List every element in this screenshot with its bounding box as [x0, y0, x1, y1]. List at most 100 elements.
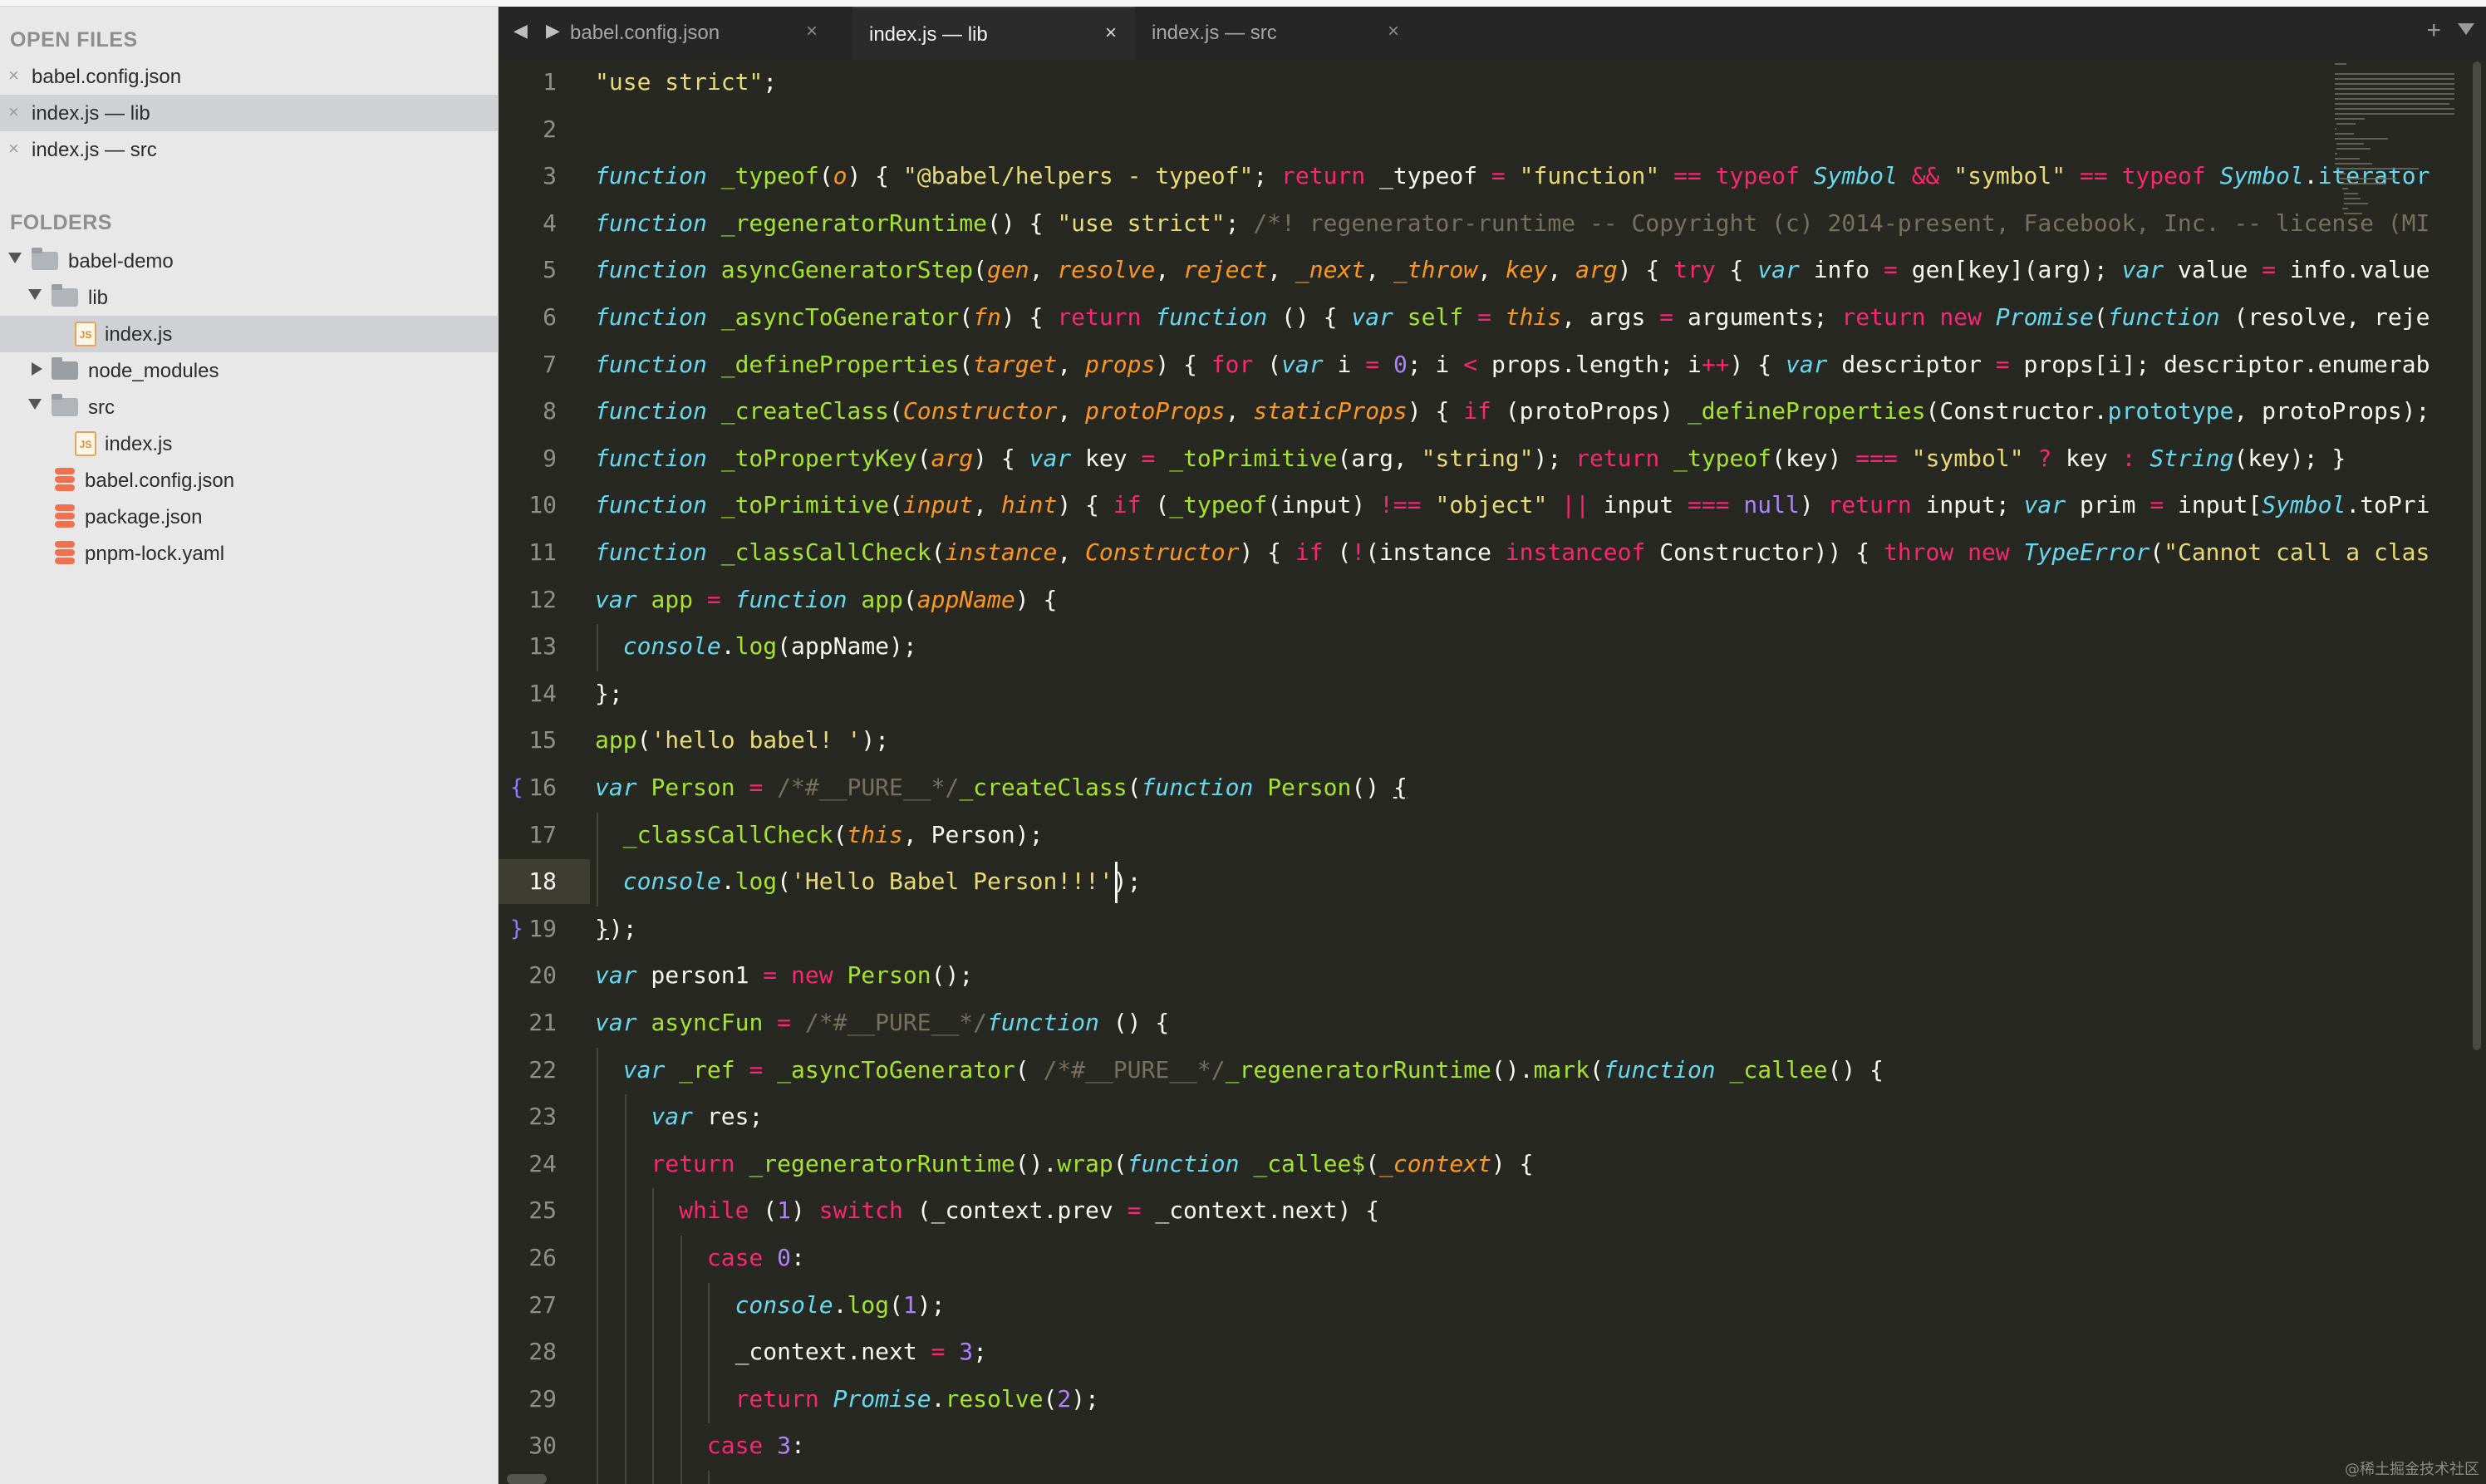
tab-index-lib[interactable]: index.js — lib ×: [852, 7, 1135, 60]
line-number: 11: [528, 538, 557, 566]
code-line[interactable]: var res;: [595, 1094, 2486, 1139]
tree-file-lib-index[interactable]: JS index.js: [0, 316, 499, 352]
code-line[interactable]: function _defineProperties(target, props…: [595, 342, 2486, 387]
tree-folder-lib[interactable]: lib: [0, 279, 499, 316]
code-line[interactable]: function _toPropertyKey(arg) { var key =…: [595, 436, 2486, 481]
tree-folder-babel-demo[interactable]: babel-demo: [0, 243, 499, 279]
code-editor[interactable]: 1 2 3 4 5 6 7 8 9 10 11 12 13 14 15 16 17 18 19 20 21 22 23 24 2…: [499, 60, 2486, 1484]
line-number: 21: [528, 1009, 557, 1036]
minimap-line: [2335, 88, 2455, 90]
watermark: @稀土掘金技术社区: [2345, 1461, 2479, 1478]
expanded-arrow-icon[interactable]: [28, 289, 42, 300]
code-line[interactable]: console.log(1);: [595, 1283, 2486, 1328]
tab-babel-config[interactable]: babel.config.json ×: [553, 7, 836, 60]
expanded-arrow-icon[interactable]: [28, 399, 42, 410]
code-line[interactable]: console.log('Hello Babel Person!!!');: [595, 859, 2486, 904]
line-number: 22: [528, 1055, 557, 1084]
minimap-line: [2335, 153, 2338, 155]
tree-folder-src[interactable]: src: [0, 389, 499, 425]
code-line[interactable]: };: [595, 671, 2486, 716]
open-file-index-lib[interactable]: × index.js — lib: [0, 95, 499, 131]
line-number: 23: [528, 1103, 557, 1131]
code-line[interactable]: var Person = /*#__PURE__*/_createClass(f…: [595, 765, 2486, 810]
close-file-icon[interactable]: ×: [8, 101, 19, 123]
code-line[interactable]: function asyncGeneratorStep(gen, resolve…: [595, 248, 2486, 292]
horizontal-scrollbar[interactable]: [507, 1474, 547, 1484]
collapsed-arrow-icon[interactable]: [32, 362, 42, 376]
vertical-scrollbar[interactable]: [2473, 61, 2481, 1050]
minimap-line: [2335, 163, 2373, 165]
code-line[interactable]: app('hello babel! ');: [595, 718, 2486, 763]
code-line[interactable]: case 3:: [595, 1423, 2486, 1468]
code-line[interactable]: console.log(appName);: [595, 624, 2486, 669]
close-file-icon[interactable]: ×: [8, 138, 19, 160]
tree-label: babel-demo: [68, 250, 174, 273]
tree-file-babel-config[interactable]: babel.config.json: [0, 462, 499, 499]
code-line[interactable]: return Promise.resolve(2);: [595, 1377, 2486, 1422]
expanded-arrow-icon[interactable]: [8, 253, 22, 263]
line-number: 9: [543, 444, 557, 472]
line-number: 3: [543, 162, 557, 190]
tree-label: index.js: [105, 433, 173, 455]
code-line[interactable]: res = _context.sent;: [595, 1471, 2486, 1484]
code-line[interactable]: function _asyncToGenerator(fn) { return …: [595, 295, 2486, 340]
code-line[interactable]: "use strict";: [595, 60, 2486, 105]
code-line[interactable]: function _regeneratorRuntime() { "use st…: [595, 201, 2486, 246]
minimap-line: [2336, 123, 2356, 125]
code-line[interactable]: while (1) switch (_context.prev = _conte…: [595, 1188, 2486, 1233]
open-file-index-src[interactable]: × index.js — src: [0, 131, 499, 168]
tree-file-package-json[interactable]: package.json: [0, 499, 499, 535]
code-line[interactable]: function _toPrimitive(input, hint) { if …: [595, 483, 2486, 528]
tab-index-src[interactable]: index.js — src ×: [1135, 7, 1417, 60]
line-number: 5: [543, 256, 557, 284]
tab-label: index.js — src: [1152, 22, 1277, 44]
tab-close-icon[interactable]: ×: [1388, 20, 1399, 43]
code-line[interactable]: var app = function app(appName) {: [595, 577, 2486, 622]
folder-open-icon: [32, 248, 58, 270]
line-number: 7: [543, 350, 557, 378]
tab-label: index.js — lib: [869, 23, 988, 46]
code-line[interactable]: function _createClass(Constructor, proto…: [595, 389, 2486, 434]
line-number: 29: [528, 1384, 557, 1413]
sidebar-top-strip: [0, 0, 499, 7]
line-number: 28: [528, 1338, 557, 1366]
tab-menu-icon[interactable]: [2458, 23, 2474, 35]
minimap-line: [2335, 113, 2455, 115]
tree-file-pnpm-lock[interactable]: pnpm-lock.yaml: [0, 535, 499, 572]
minimap-line: [2336, 168, 2420, 170]
code-line[interactable]: return _regeneratorRuntime().wrap(functi…: [595, 1142, 2486, 1187]
code-line[interactable]: function _typeof(o) { "@babel/helpers - …: [595, 154, 2486, 199]
code-line[interactable]: var person1 = new Person();: [595, 953, 2486, 998]
open-file-babel-config[interactable]: × babel.config.json: [0, 58, 499, 95]
code-line[interactable]: var _ref = _asyncToGenerator( /*#__PURE_…: [595, 1048, 2486, 1093]
close-file-icon[interactable]: ×: [8, 65, 19, 86]
folder-open-icon: [52, 284, 78, 307]
js-file-icon: JS: [75, 431, 96, 456]
code-line[interactable]: var asyncFun = /*#__PURE__*/function () …: [595, 1000, 2486, 1045]
line-number: 14: [528, 679, 557, 707]
fold-brace-marker[interactable]: }: [510, 907, 523, 951]
code-line[interactable]: });: [595, 907, 2486, 951]
code-line[interactable]: _classCallCheck(this, Person);: [595, 813, 2486, 857]
code-line[interactable]: _context.next = 3;: [595, 1329, 2486, 1374]
line-number: 24: [528, 1149, 557, 1177]
json-file-icon: [55, 468, 75, 493]
minimap-line: [2341, 208, 2349, 209]
tab-bar: ◀ ▶ babel.config.json × index.js — lib ×…: [499, 0, 2486, 60]
line-number: 2: [543, 115, 557, 143]
new-tab-icon[interactable]: +: [2426, 17, 2441, 45]
tree-folder-node-modules[interactable]: node_modules: [0, 352, 499, 389]
minimap-line: [2335, 138, 2388, 140]
folder-open-icon: [52, 394, 78, 416]
code-line[interactable]: function _classCallCheck(instance, Const…: [595, 530, 2486, 575]
tab-close-icon[interactable]: ×: [806, 20, 818, 43]
line-number: 10: [528, 491, 557, 519]
minimap[interactable]: [2335, 63, 2468, 263]
tree-label: babel.config.json: [85, 469, 235, 492]
fold-brace-marker[interactable]: {: [510, 765, 523, 810]
tree-file-src-index[interactable]: JS index.js: [0, 425, 499, 462]
tab-close-icon[interactable]: ×: [1105, 22, 1117, 45]
code-line[interactable]: case 0:: [595, 1236, 2486, 1280]
code-line[interactable]: [595, 107, 2486, 152]
minimap-line: [2340, 183, 2386, 184]
